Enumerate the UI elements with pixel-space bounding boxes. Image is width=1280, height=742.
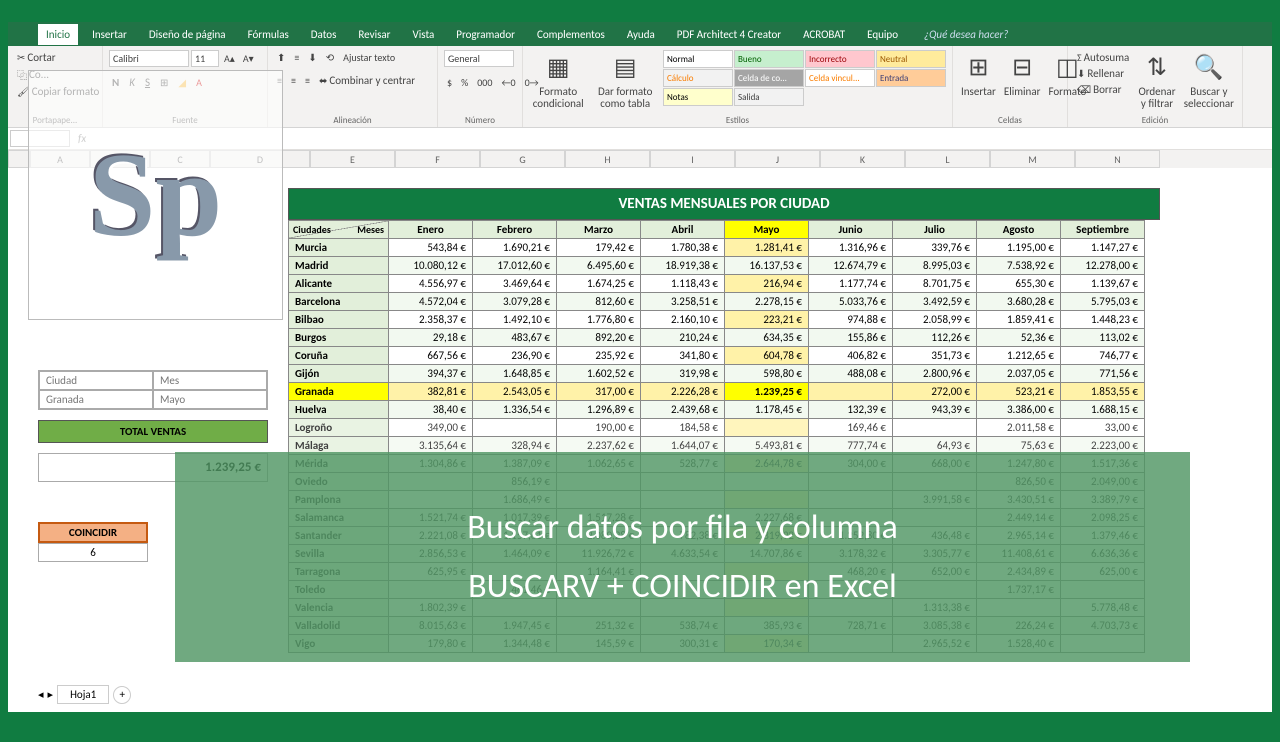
align-bottom-button[interactable]: ⬇ [305, 50, 319, 65]
cut-button[interactable]: ✂ Cortar [14, 50, 59, 65]
style-cell[interactable]: Entrada [876, 69, 946, 87]
increase-decimal-button[interactable]: ←0 [498, 75, 518, 90]
lookup-month-cell[interactable]: Mayo [153, 390, 267, 409]
style-cell[interactable]: Bueno [734, 50, 804, 68]
conditional-format-button[interactable]: ▦Formato condicional [529, 50, 587, 112]
style-cell[interactable]: Celda de co... [734, 69, 804, 87]
table-title: VENTAS MENSUALES POR CIUDAD [288, 188, 1160, 220]
wrap-text-button[interactable]: Ajustar texto [340, 50, 398, 65]
group-label: Celdas [953, 115, 1067, 126]
group-label: Edición [1068, 115, 1242, 126]
column-header[interactable]: I [650, 150, 735, 168]
column-header[interactable]: L [905, 150, 990, 168]
total-header: TOTAL VENTAS [38, 420, 268, 443]
orientation-button[interactable]: ⟲ [323, 50, 337, 65]
column-header[interactable]: H [565, 150, 650, 168]
style-cell[interactable]: Salida [734, 88, 804, 106]
ribbon-tab[interactable]: Fórmulas [240, 24, 297, 45]
lookup-table: Ciudad Mes Granada Mayo [38, 370, 268, 410]
video-title-overlay: Buscar datos por fila y columna BUSCARV … [175, 452, 1190, 662]
tell-me-search[interactable]: ¿Qué desea hacer? [924, 28, 1008, 41]
style-cell[interactable]: Notas [663, 88, 733, 106]
align-right-button[interactable]: ≡ [302, 73, 313, 88]
align-top-button[interactable]: ⬆ [274, 50, 288, 65]
currency-button[interactable]: $ [444, 75, 455, 90]
fill-button[interactable]: ⬇ Rellenar [1074, 66, 1132, 81]
lookup-header-month: Mes [153, 371, 267, 390]
sort-filter-button[interactable]: ⇅Ordenar y filtrar [1136, 50, 1177, 112]
coincidir-value-cell[interactable]: 6 [38, 543, 148, 562]
ribbon-tab[interactable]: Diseño de página [141, 24, 234, 45]
ribbon-tab[interactable]: Inicio [38, 24, 78, 45]
font-size-input[interactable] [191, 50, 219, 67]
coincidir-header: COINCIDIR [38, 522, 148, 543]
align-center-button[interactable]: ≡ [288, 73, 299, 88]
group-label: Número [438, 115, 522, 126]
column-header[interactable]: N [1075, 150, 1160, 168]
format-table-button[interactable]: ▤Dar formato como tabla [591, 50, 659, 112]
ribbon-tab[interactable]: Ayuda [619, 24, 663, 45]
increase-font-button[interactable]: A▴ [221, 50, 238, 67]
watermark-logo: Sp [28, 70, 283, 320]
sheet-nav-next[interactable]: ▸ [48, 688, 54, 701]
ribbon-tab[interactable]: Insertar [84, 24, 135, 45]
find-select-button[interactable]: 🔍Buscar y seleccionar [1182, 50, 1236, 112]
lookup-header-city: Ciudad [39, 371, 153, 390]
comma-button[interactable]: 000 [474, 75, 495, 90]
cell-styles-gallery[interactable]: NormalBuenoIncorrectoNeutralCálculoCelda… [663, 50, 946, 106]
style-cell[interactable]: Normal [663, 50, 733, 68]
delete-cells-button[interactable]: ⊟Eliminar [1002, 50, 1043, 100]
column-header[interactable]: F [395, 150, 480, 168]
insert-cells-button[interactable]: ⊞Insertar [959, 50, 998, 100]
new-sheet-button[interactable]: + [113, 686, 131, 704]
ribbon-tab[interactable]: ACROBAT [795, 24, 853, 45]
ribbon-tab[interactable]: Datos [303, 24, 345, 45]
number-format-select[interactable] [444, 50, 514, 67]
align-middle-button[interactable]: ≡ [291, 50, 302, 65]
overlay-line1: Buscar datos por fila y columna [467, 507, 898, 548]
ribbon-tab[interactable]: Equipo [859, 24, 906, 45]
group-label: Estilos [523, 115, 952, 126]
group-label: Alineación [268, 115, 437, 126]
merge-button[interactable]: ⬌ Combinar y centrar [316, 73, 418, 88]
ribbon-tab[interactable]: Vista [405, 24, 443, 45]
column-header[interactable]: J [735, 150, 820, 168]
style-cell[interactable]: Cálculo [663, 69, 733, 87]
autosum-button[interactable]: Σ Autosuma [1074, 50, 1132, 65]
ribbon-tabs: Inicio Insertar Diseño de página Fórmulas Da… [8, 22, 1272, 46]
sheet-tab[interactable]: Hoja1 [57, 685, 109, 704]
font-name-input[interactable] [109, 50, 189, 67]
column-header[interactable]: G [480, 150, 565, 168]
percent-button[interactable]: % [458, 75, 471, 90]
column-header[interactable]: K [820, 150, 905, 168]
ribbon-tab[interactable]: Revisar [350, 24, 398, 45]
sheet-tabs: ◂ ▸ Hoja1 + [38, 685, 131, 704]
column-header[interactable]: E [310, 150, 395, 168]
lookup-city-cell[interactable]: Granada [39, 390, 153, 409]
decrease-font-button[interactable]: A▾ [240, 50, 257, 67]
style-cell[interactable]: Celda vincul... [805, 69, 875, 87]
ribbon-tab[interactable]: Programador [448, 24, 523, 45]
clear-button[interactable]: ⌫ Borrar [1074, 82, 1132, 97]
style-cell[interactable]: Incorrecto [805, 50, 875, 68]
ribbon-tab[interactable]: Complementos [529, 24, 613, 45]
style-cell[interactable]: Neutral [876, 50, 946, 68]
ribbon-tab[interactable]: PDF Architect 4 Creator [669, 24, 789, 45]
overlay-line2: BUSCARV + COINCIDIR en Excel [468, 566, 897, 607]
column-header[interactable]: M [990, 150, 1075, 168]
sheet-nav-prev[interactable]: ◂ [38, 688, 44, 701]
